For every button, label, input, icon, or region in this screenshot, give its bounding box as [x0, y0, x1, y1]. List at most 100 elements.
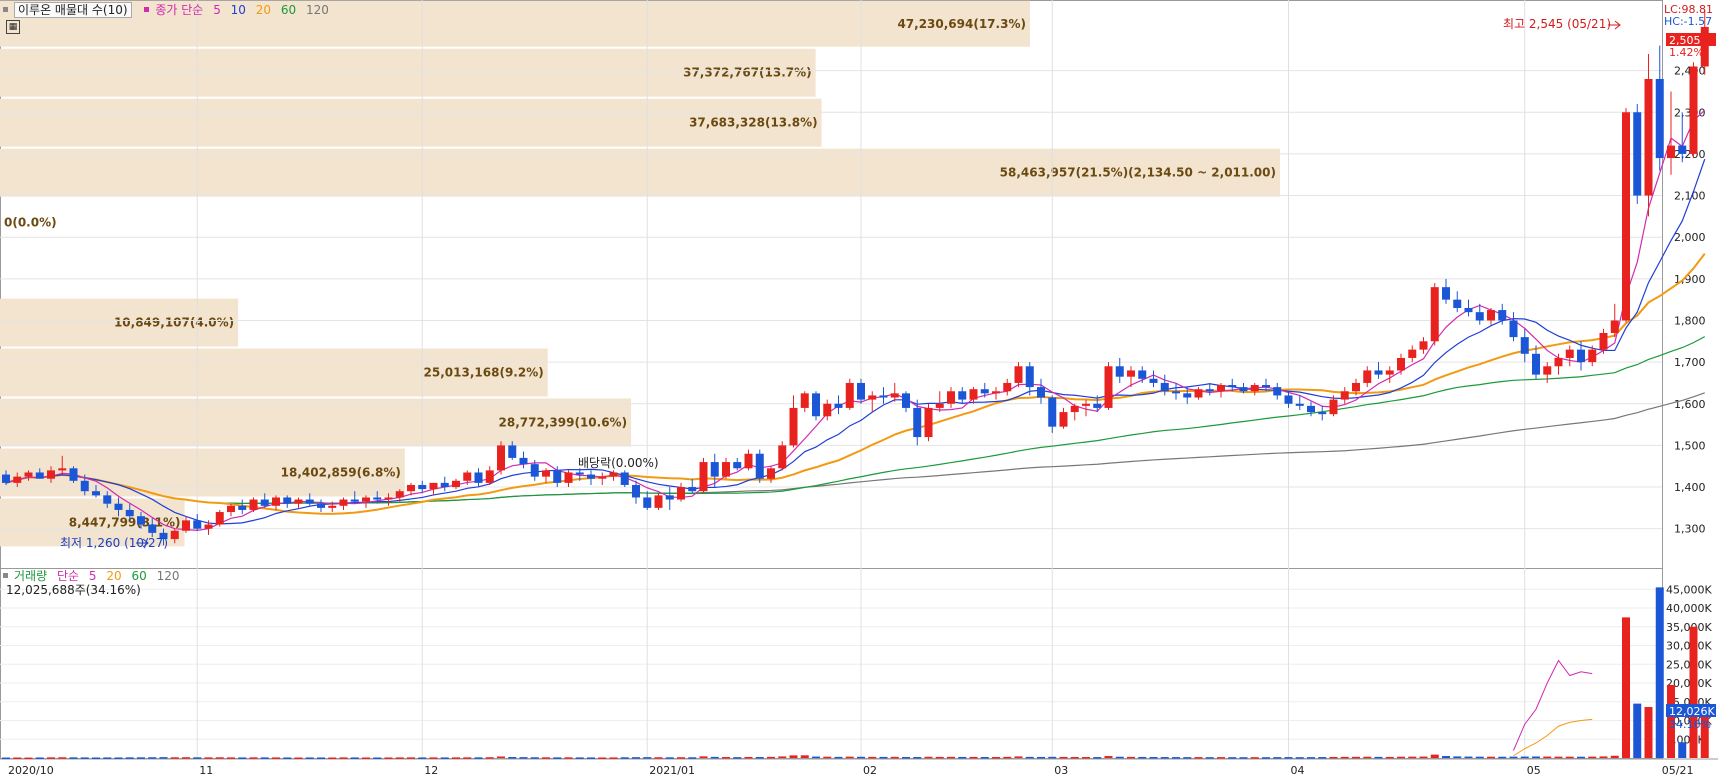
chart-canvas[interactable]: 47,230,694(17.3%) 37,372,767(13.7%) 37,683…	[0, 0, 1718, 780]
volume-ma-type: 단순	[56, 569, 80, 583]
volume-bar	[1329, 756, 1338, 759]
volume-bar	[823, 756, 832, 759]
volume-bar	[1284, 757, 1293, 759]
volume-bar	[1442, 756, 1450, 758]
x-tick-label: 05	[1527, 764, 1541, 777]
volume-bar	[587, 757, 595, 759]
candle-body	[1093, 403, 1102, 408]
candle-body	[1633, 112, 1642, 196]
volume-bar	[339, 757, 348, 759]
volume-bar	[1160, 757, 1169, 759]
candle-body	[1082, 403, 1090, 406]
volume-bar	[1014, 756, 1023, 758]
volume-bar	[260, 757, 269, 759]
volume-tick-label: 30,000K	[1666, 640, 1712, 653]
candle-body	[362, 497, 370, 502]
candle-body	[1622, 112, 1630, 321]
volume-bar	[215, 757, 224, 759]
candle-body	[800, 393, 809, 408]
candle-body	[767, 468, 775, 479]
chart-title[interactable]: 이루온 매물대 수(10)	[14, 2, 132, 18]
volume-ma-120: 120	[156, 569, 180, 583]
volume-bar	[92, 757, 100, 760]
volume-bar	[1172, 757, 1180, 759]
volume-bar	[47, 757, 55, 759]
volume-bar	[283, 757, 292, 759]
candle-body	[350, 499, 359, 502]
high-annotation: 최고 2,545 (05/21)	[1503, 17, 1611, 31]
candle-body	[2, 474, 10, 483]
volume-bar	[1318, 757, 1327, 759]
candle-body	[1419, 341, 1428, 350]
volume-bar	[564, 757, 573, 759]
candle-body	[1340, 391, 1349, 400]
candle-body	[632, 484, 640, 498]
x-tick-label: 11	[199, 764, 213, 777]
volume-bar	[947, 756, 955, 759]
volume-bar	[182, 757, 190, 759]
candle-body	[519, 457, 528, 465]
volume-bar	[227, 757, 235, 759]
volume-bar	[137, 757, 145, 759]
current-volume-value: 12,026K	[1669, 705, 1715, 718]
candle-body	[170, 530, 179, 540]
candle-body	[823, 403, 832, 417]
volume-bar	[395, 757, 404, 759]
volume-bar	[463, 757, 472, 759]
candle-body	[283, 497, 292, 504]
candle-body	[260, 499, 269, 506]
candle-body	[598, 476, 607, 479]
volume-bar	[868, 756, 877, 759]
candle-body	[497, 445, 505, 471]
candle-body	[1037, 387, 1045, 398]
volume-bar	[125, 757, 134, 759]
price-tick-label: 1,600	[1674, 398, 1706, 411]
volume-bar	[677, 757, 685, 759]
volume-bar	[845, 756, 854, 759]
volume-bar	[1250, 757, 1259, 759]
candle-body	[1565, 349, 1574, 358]
volume-bar	[114, 757, 123, 759]
current-price-pct: 1.42%	[1669, 46, 1704, 59]
stock-chart-window: 47,230,694(17.3%) 37,372,767(13.7%) 37,683…	[0, 0, 1718, 780]
candle-body	[587, 474, 595, 479]
volume-bar	[1093, 757, 1102, 759]
price-tick-label: 1,400	[1674, 481, 1706, 494]
candle-body	[868, 395, 877, 400]
volume-bar	[384, 757, 393, 759]
candle-body	[1172, 391, 1180, 394]
candle-body	[1025, 366, 1034, 388]
candle-body	[913, 407, 922, 438]
volume-bar	[992, 757, 1000, 759]
volume-bar	[1430, 754, 1439, 758]
volume-bar	[1622, 617, 1630, 758]
candle-body	[553, 470, 562, 483]
candle-body	[665, 495, 674, 500]
volume-bar	[733, 757, 742, 759]
volume-bar	[508, 757, 517, 759]
volume-bar	[474, 757, 483, 759]
volume-bar	[1059, 756, 1068, 759]
x-tick-label: 03	[1054, 764, 1068, 777]
volume-bar	[204, 757, 213, 759]
volume-bar	[1352, 756, 1360, 759]
calendar-icon[interactable]: ▦	[6, 20, 20, 34]
volume-bar	[744, 756, 753, 759]
candle-body	[1520, 337, 1529, 354]
volume-bar	[1104, 756, 1113, 758]
volume-bar	[1408, 756, 1417, 759]
ma-label-type: 종가 단순	[155, 3, 204, 17]
candle-body	[980, 389, 989, 394]
volume-bar	[1228, 757, 1237, 759]
x-tick-label: 05/21	[1662, 764, 1694, 777]
candle-body	[542, 470, 550, 477]
ma-label-120: 120	[305, 3, 329, 17]
candle-body	[1678, 145, 1687, 154]
volume-bar	[1340, 756, 1349, 759]
volume-bar	[553, 757, 562, 759]
x-tick-label: 12	[424, 764, 438, 777]
volume-bar	[1295, 757, 1304, 759]
volume-bar	[575, 757, 584, 759]
volume-bar	[710, 756, 719, 759]
volume-bar	[632, 757, 640, 759]
